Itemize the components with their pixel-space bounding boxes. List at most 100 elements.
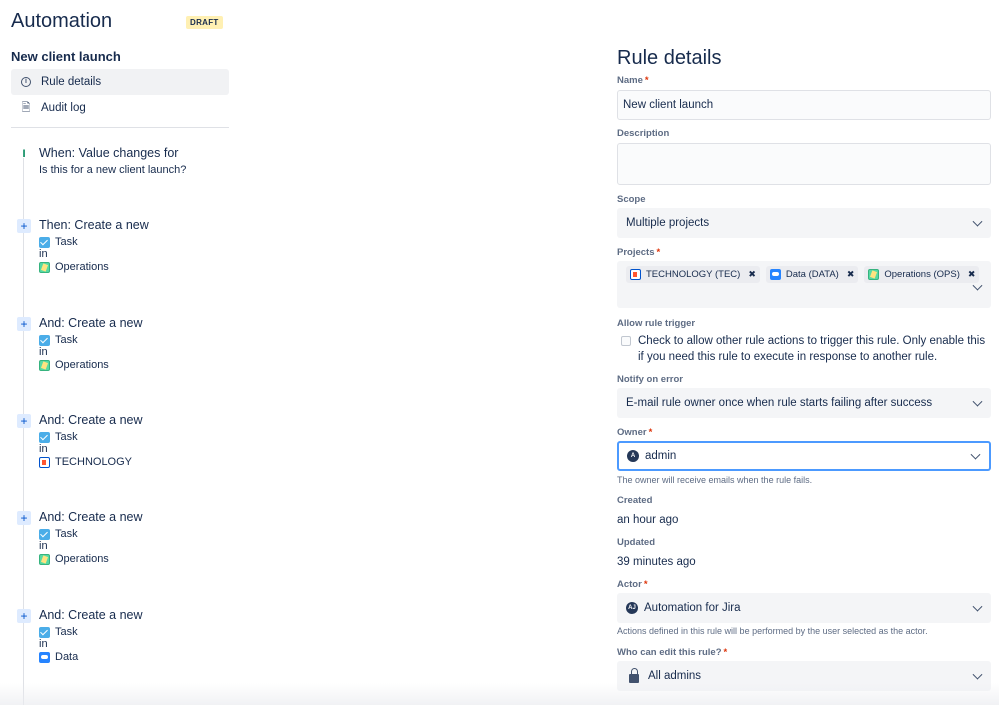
task-icon bbox=[39, 528, 50, 540]
actor-value: Automation for Jira bbox=[644, 602, 741, 614]
task-icon bbox=[39, 236, 50, 248]
scope-value: Multiple projects bbox=[626, 217, 710, 229]
nav-item-label: Rule details bbox=[41, 76, 102, 88]
owner-value: admin bbox=[645, 450, 677, 462]
connector-text: in bbox=[39, 248, 48, 260]
step-title: And: Create a new bbox=[39, 510, 143, 524]
operations-project-icon bbox=[868, 269, 880, 280]
step-title: And: Create a new bbox=[39, 316, 143, 330]
nav-item-label: Audit log bbox=[41, 102, 86, 114]
add-action-icon: + bbox=[17, 317, 31, 331]
actor-label: Actor * bbox=[617, 579, 648, 590]
avatar: A bbox=[627, 450, 639, 462]
project: Data bbox=[39, 651, 78, 663]
issue-type: Task bbox=[39, 626, 78, 638]
add-action-icon: + bbox=[17, 511, 31, 525]
created-value: an hour ago bbox=[617, 514, 679, 526]
chevron-down-icon bbox=[972, 669, 983, 680]
required-marker: * bbox=[644, 75, 649, 86]
add-action-icon: + bbox=[17, 219, 31, 233]
technology-project-icon bbox=[39, 456, 50, 468]
step-title: And: Create a new bbox=[39, 413, 143, 427]
nav-item-rule-details[interactable]: i Rule details bbox=[11, 69, 229, 95]
required-marker: * bbox=[656, 247, 661, 258]
description-label: Description bbox=[617, 128, 670, 139]
value-change-trigger-icon: I bbox=[22, 147, 26, 160]
owner-helper-text: The owner will receive emails when the r… bbox=[617, 475, 813, 485]
description-textarea[interactable] bbox=[617, 143, 991, 185]
operations-project-icon bbox=[39, 261, 50, 273]
editors-select[interactable]: All admins bbox=[617, 661, 991, 691]
operations-project-icon bbox=[39, 359, 50, 371]
chevron-down-icon bbox=[972, 396, 983, 407]
scope-label: Scope bbox=[617, 194, 646, 205]
projects-label: Projects * bbox=[617, 247, 661, 258]
owner-select[interactable]: A admin bbox=[617, 441, 991, 471]
sidebar-divider bbox=[11, 127, 229, 128]
created-label: Created bbox=[617, 495, 653, 506]
name-label: Name * bbox=[617, 75, 649, 86]
data-project-icon bbox=[39, 651, 50, 663]
chevron-down-icon bbox=[970, 449, 981, 460]
notify-label: Notify on error bbox=[617, 374, 683, 385]
project-chip-operations: Operations (OPS) ✖ bbox=[864, 266, 980, 283]
avatar: AJ bbox=[626, 602, 638, 614]
connector-text: in bbox=[39, 540, 48, 552]
remove-chip-icon[interactable]: ✖ bbox=[847, 269, 855, 280]
task-icon bbox=[39, 334, 50, 346]
projects-multiselect[interactable]: TECHNOLOGY (TEC) ✖ Data (DATA) ✖ Operati… bbox=[617, 261, 991, 308]
connector-text: in bbox=[39, 443, 48, 455]
required-marker: * bbox=[723, 647, 728, 658]
operations-project-icon bbox=[39, 553, 50, 565]
notify-value: E-mail rule owner once when rule starts … bbox=[626, 397, 933, 409]
panel-title: Rule details bbox=[617, 47, 722, 69]
lock-icon bbox=[629, 667, 639, 683]
technology-project-icon bbox=[630, 269, 641, 280]
step-title: When: Value changes for bbox=[39, 146, 179, 160]
task-icon bbox=[39, 626, 50, 638]
step-detail: Is this for a new client launch? bbox=[39, 164, 187, 176]
connector-text: in bbox=[39, 346, 48, 358]
task-icon bbox=[39, 431, 50, 443]
issue-type: Task bbox=[39, 431, 78, 443]
chevron-down-icon bbox=[972, 601, 983, 612]
project-chip-data: Data (DATA) ✖ bbox=[765, 266, 859, 283]
add-action-icon: + bbox=[17, 414, 31, 428]
add-action-icon: + bbox=[17, 609, 31, 623]
project: Operations bbox=[39, 553, 109, 565]
status-badge: DRAFT bbox=[186, 16, 223, 29]
app-title: Automation bbox=[11, 10, 113, 32]
chevron-down-icon bbox=[972, 216, 983, 227]
step-title: Then: Create a new bbox=[39, 218, 149, 232]
actor-select[interactable]: AJ Automation for Jira bbox=[617, 593, 991, 623]
chevron-down-icon bbox=[972, 280, 983, 291]
info-icon: i bbox=[19, 77, 33, 87]
issue-type: Task bbox=[39, 334, 78, 346]
allow-trigger-description: Check to allow other rule actions to tri… bbox=[638, 335, 986, 363]
updated-value: 39 minutes ago bbox=[617, 556, 696, 568]
document-icon: 🗎 bbox=[21, 101, 31, 114]
step-title: And: Create a new bbox=[39, 608, 143, 622]
editors-value: All admins bbox=[648, 670, 702, 682]
required-marker: * bbox=[648, 427, 653, 438]
rule-name-heading: New client launch bbox=[11, 49, 121, 64]
scope-select[interactable]: Multiple projects bbox=[617, 208, 991, 238]
issue-type: Task bbox=[39, 236, 78, 248]
remove-chip-icon[interactable]: ✖ bbox=[748, 269, 756, 280]
connector-text: in bbox=[39, 638, 48, 650]
remove-chip-icon[interactable]: ✖ bbox=[968, 269, 976, 280]
issue-type: Task bbox=[39, 528, 78, 540]
allow-trigger-checkbox[interactable] bbox=[621, 336, 631, 346]
owner-label: Owner * bbox=[617, 427, 653, 438]
actor-helper-text: Actions defined in this rule will be per… bbox=[617, 626, 928, 636]
notify-select[interactable]: E-mail rule owner once when rule starts … bbox=[617, 388, 991, 418]
nav-item-audit-log[interactable]: 🗎 Audit log bbox=[11, 95, 229, 121]
rule-name-input[interactable]: New client launch bbox=[617, 90, 991, 120]
project-chip-technology: TECHNOLOGY (TEC) ✖ bbox=[626, 266, 760, 283]
allow-trigger-label: Allow rule trigger bbox=[617, 318, 696, 329]
editors-label: Who can edit this rule? * bbox=[617, 647, 728, 658]
updated-label: Updated bbox=[617, 537, 655, 548]
project: Operations bbox=[39, 359, 109, 371]
project: Operations bbox=[39, 261, 109, 273]
required-marker: * bbox=[643, 579, 648, 590]
